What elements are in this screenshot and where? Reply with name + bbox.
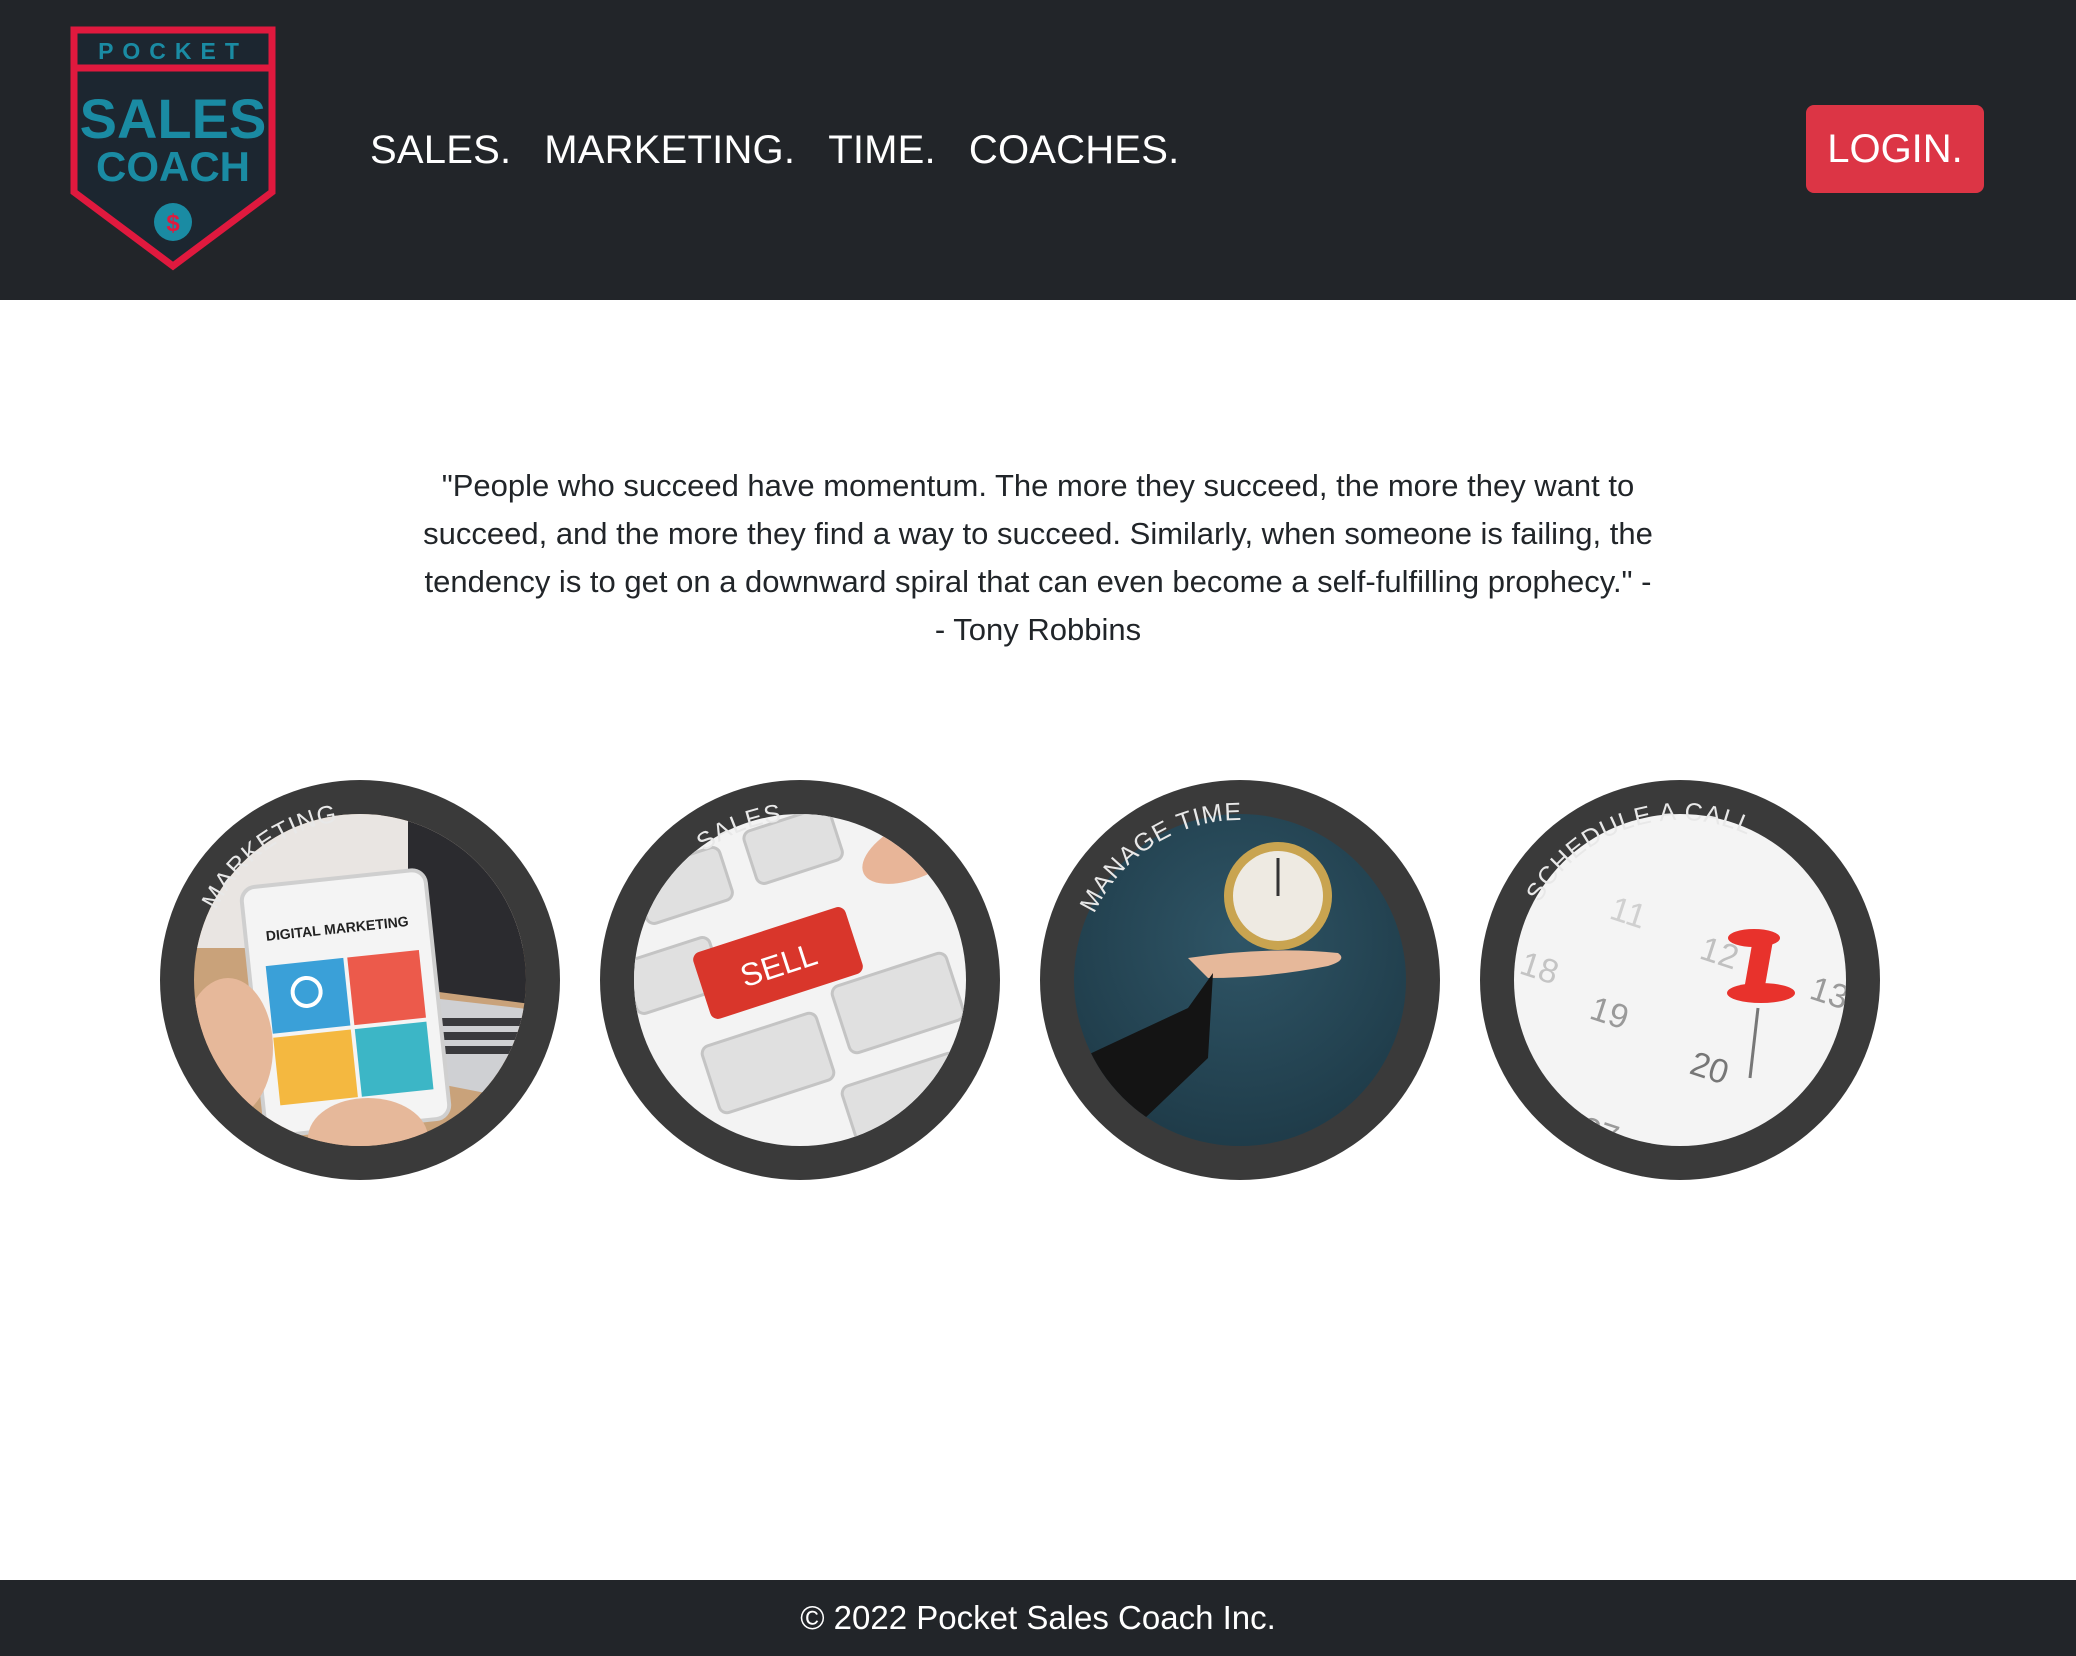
tile-schedule-call[interactable]: 11 12 19 20 13 18 27 SCHEDULE A CALL [1478,778,1882,1182]
tile-manage-time[interactable]: MANAGE TIME [1038,778,1442,1182]
logo-dollar-icon: $ [166,210,180,237]
logo-sales-text: SALES [80,87,267,150]
logo-pocket-text: POCKET [98,38,248,64]
nav-link-sales[interactable]: SALES. [370,118,511,182]
nav-link-marketing[interactable]: MARKETING. [544,118,795,182]
nav-link-time[interactable]: TIME. [828,118,936,182]
copyright-text: © 2022 Pocket Sales Coach Inc. [800,1599,1276,1636]
feature-tiles: DIGITAL MARKETING MARKETING SELL SALES M… [158,778,1880,1182]
tile-sales[interactable]: SELL SALES [598,778,1002,1182]
tile-marketing[interactable]: DIGITAL MARKETING MARKETING [158,778,562,1182]
footer: © 2022 Pocket Sales Coach Inc. [0,1580,2076,1656]
navbar: POCKET SALES COACH $ SALES. MARKETING. T… [0,0,2076,300]
logo-coach-text: COACH [96,143,250,190]
tony-robbins-quote: "People who succeed have momentum. The m… [423,468,1653,647]
login-button[interactable]: LOGIN. [1806,105,1984,193]
logo-shield-icon: POCKET SALES COACH $ [70,26,276,271]
page: POCKET SALES COACH $ SALES. MARKETING. T… [0,0,2076,1656]
pocket-sales-coach-logo[interactable]: POCKET SALES COACH $ [70,26,276,272]
nav-link-coaches[interactable]: COACHES. [969,118,1180,182]
main-nav: SALES. MARKETING. TIME. COACHES. [370,118,1212,182]
